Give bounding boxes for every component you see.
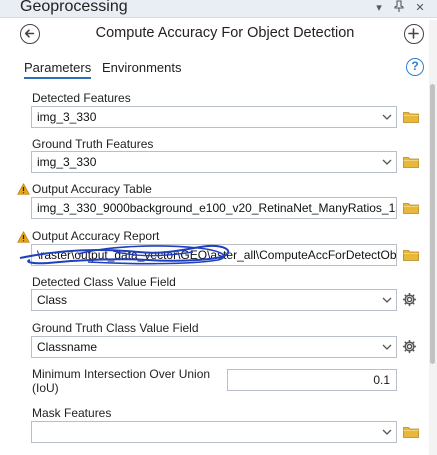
chevron-down-icon[interactable]	[382, 428, 392, 436]
folder-icon[interactable]	[403, 425, 419, 438]
plus-circle-icon[interactable]	[404, 24, 424, 44]
pane-header: Geoprocessing ▾ ✕	[0, 0, 437, 18]
min-iou-label-line1: Minimum Intersection Over Union	[32, 367, 211, 381]
pane-menu-icon[interactable]: ▾	[370, 0, 388, 16]
tab-parameters[interactable]: Parameters	[24, 60, 92, 79]
mask-features-input[interactable]	[31, 421, 397, 443]
pin-icon[interactable]	[390, 0, 408, 16]
detected-features-input[interactable]: img_3_330	[31, 106, 397, 128]
warning-icon	[17, 183, 30, 195]
output-accuracy-table-input[interactable]: img_3_330_9000background_e100_v20_Retina…	[31, 197, 397, 219]
pane-title: Geoprocessing	[20, 0, 128, 15]
min-iou-label-line2: (IoU)	[32, 381, 59, 395]
ground-truth-class-value-field-label: Ground Truth Class Value Field	[32, 321, 199, 335]
output-accuracy-report-input[interactable]: \raster\output_data_vector\GEO\aster_all…	[31, 244, 397, 266]
geoprocessing-pane: Geoprocessing ▾ ✕ Compute Accuracy For O…	[0, 0, 437, 455]
ground-truth-class-value-field-value: Classname	[37, 340, 98, 354]
close-icon[interactable]: ✕	[411, 0, 429, 16]
output-accuracy-table-value: img_3_330_9000background_e100_v20_Retina…	[37, 201, 397, 215]
pane-content: Geoprocessing ▾ ✕ Compute Accuracy For O…	[0, 0, 437, 455]
scrollbar-thumb[interactable]	[430, 84, 435, 364]
chevron-down-icon[interactable]	[382, 113, 392, 121]
detected-class-value-field-select[interactable]: Class	[31, 289, 397, 311]
output-accuracy-table-label: Output Accuracy Table	[32, 182, 152, 196]
folder-icon[interactable]	[403, 201, 419, 214]
output-accuracy-report-value: \raster\output_data_vector\GEO\aster_all…	[37, 248, 397, 262]
detected-features-value: img_3_330	[37, 110, 97, 124]
chevron-down-icon[interactable]	[382, 158, 392, 166]
ground-truth-features-value: img_3_330	[37, 155, 97, 169]
detected-class-value-field-value: Class	[37, 293, 68, 307]
back-arrow-circle-icon[interactable]	[20, 24, 40, 44]
gear-icon[interactable]	[402, 339, 417, 354]
ground-truth-features-label: Ground Truth Features	[32, 137, 154, 151]
tab-environments[interactable]: Environments	[102, 60, 181, 75]
detected-features-label: Detected Features	[32, 91, 131, 105]
tool-title: Compute Accuracy For Object Detection	[95, 25, 355, 41]
folder-icon[interactable]	[403, 110, 419, 123]
detected-class-value-field-label: Detected Class Value Field	[32, 275, 176, 289]
min-iou-input[interactable]: 0.1	[227, 369, 397, 391]
chevron-down-icon[interactable]	[382, 296, 392, 304]
ground-truth-class-value-field-select[interactable]: Classname	[31, 336, 397, 358]
gear-icon[interactable]	[402, 292, 417, 307]
chevron-down-icon[interactable]	[382, 343, 392, 351]
folder-icon[interactable]	[403, 248, 419, 261]
warning-icon	[17, 231, 30, 243]
ground-truth-features-input[interactable]: img_3_330	[31, 151, 397, 173]
output-accuracy-report-label: Output Accuracy Report	[32, 229, 160, 243]
folder-icon[interactable]	[403, 155, 419, 168]
mask-features-label: Mask Features	[32, 406, 112, 420]
help-icon[interactable]: ?	[406, 58, 424, 76]
